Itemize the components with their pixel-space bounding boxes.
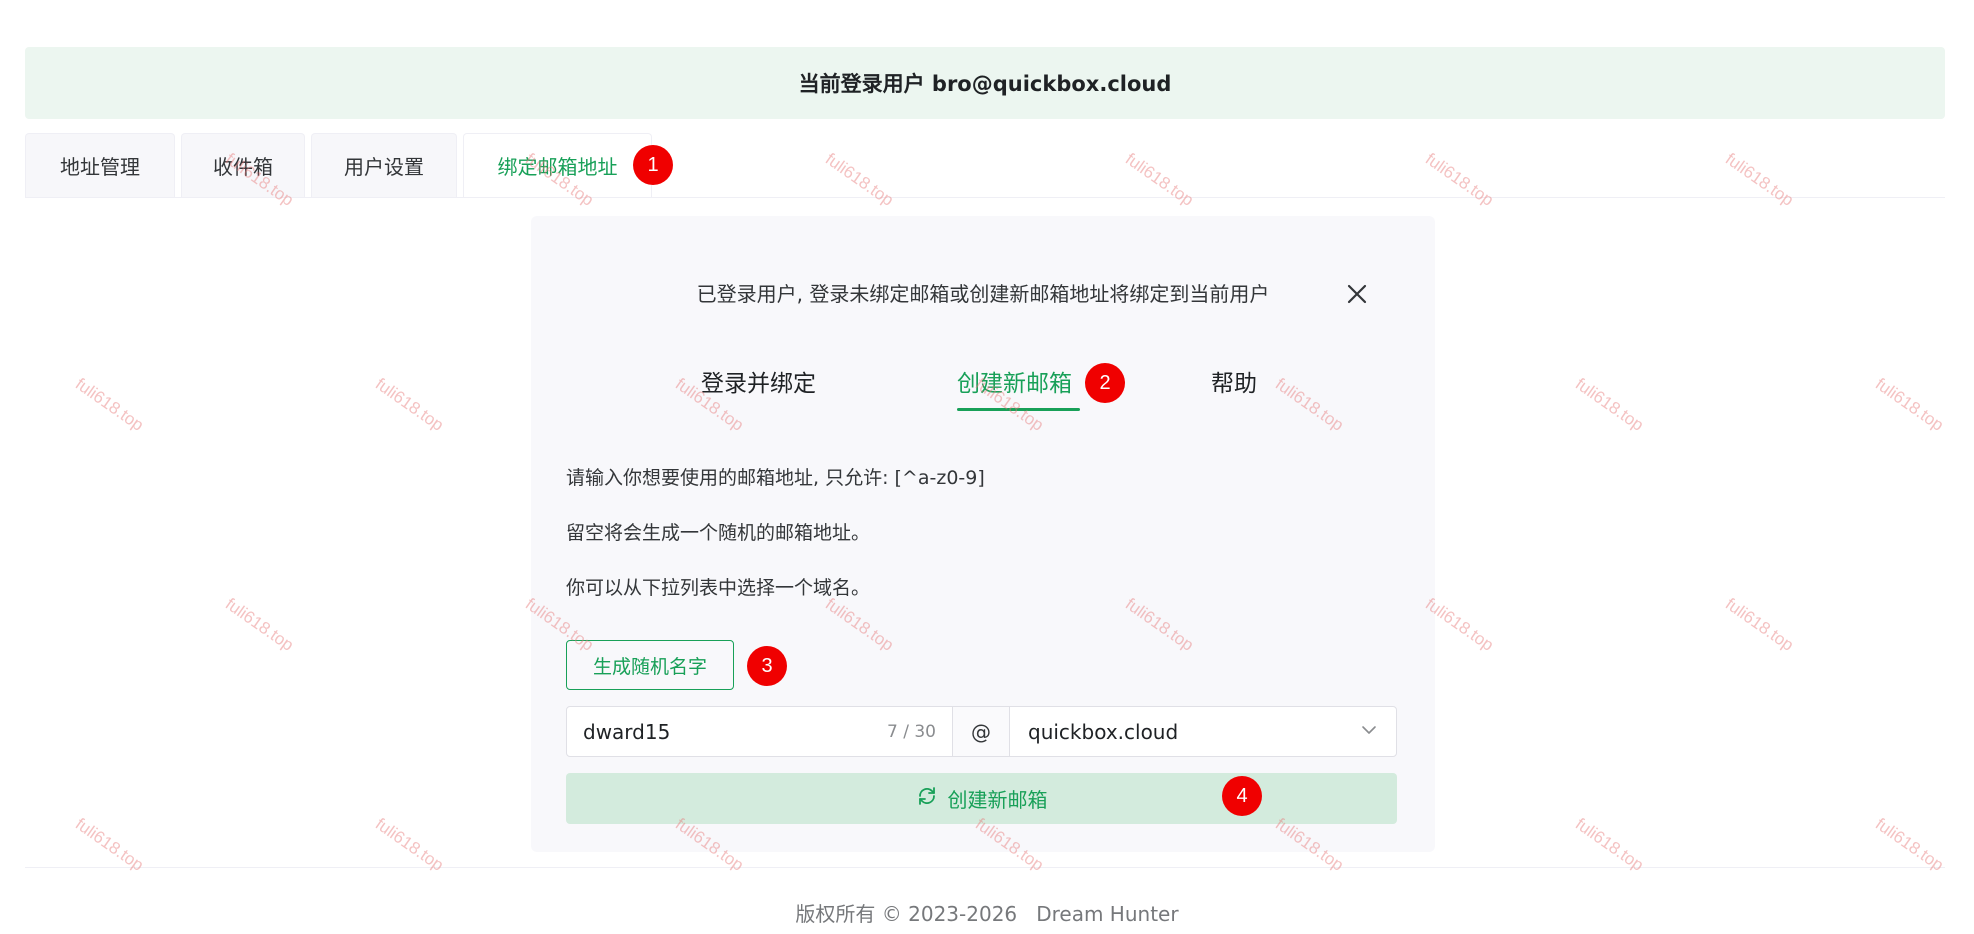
domain-select-value: quickbox.cloud — [1028, 719, 1179, 744]
tab-address-management[interactable]: 地址管理 — [25, 133, 175, 197]
watermark-text: fuli618.top — [371, 374, 448, 435]
bind-mailbox-dialog: 已登录用户, 登录未绑定邮箱或创建新邮箱地址将绑定到当前用户 登录并绑定 创建新… — [531, 216, 1435, 852]
watermark-text: fuli618.top — [821, 149, 898, 210]
chevron-down-icon — [1360, 720, 1378, 744]
footer-copyright: 版权所有 © 2023-2026 Dream Hunter — [795, 902, 1179, 926]
tab-bind-mailbox[interactable]: 绑定邮箱地址 — [463, 133, 652, 197]
watermark-text: fuli618.top — [1421, 149, 1498, 210]
description-line: 你可以从下拉列表中选择一个域名。 — [566, 577, 871, 599]
watermark-text: fuli618.top — [1871, 374, 1948, 435]
tab-inbox[interactable]: 收件箱 — [181, 133, 305, 197]
dialog-title: 已登录用户, 登录未绑定邮箱或创建新邮箱地址将绑定到当前用户 — [696, 282, 1270, 306]
generate-random-name-button[interactable]: 生成随机名字 — [566, 640, 734, 690]
current-user-text: 当前登录用户 bro@quickbox.cloud — [798, 72, 1172, 96]
tab-create-mailbox[interactable]: 创建新邮箱 — [957, 364, 1072, 408]
at-separator: @ — [953, 706, 1009, 757]
mailbox-name-value: dward15 — [583, 719, 671, 744]
annotation-badge-1: 1 — [633, 145, 673, 185]
watermark-text: fuli618.top — [1721, 594, 1798, 655]
description-line: 留空将会生成一个随机的邮箱地址。 — [566, 522, 871, 544]
annotation-badge-4: 4 — [1222, 776, 1262, 816]
watermark-text: fuli618.top — [1571, 374, 1648, 435]
tab-help[interactable]: 帮助 — [1211, 364, 1257, 408]
close-icon[interactable] — [1343, 280, 1371, 308]
tab-user-settings[interactable]: 用户设置 — [311, 133, 457, 197]
watermark-text: fuli618.top — [1721, 149, 1798, 210]
tab-label: 地址管理 — [60, 155, 140, 179]
footer-divider — [25, 867, 1945, 868]
create-mailbox-button[interactable]: 创建新邮箱 — [566, 773, 1397, 824]
tab-label: 用户设置 — [344, 155, 424, 179]
annotation-badge-2: 2 — [1085, 363, 1125, 403]
create-mailbox-label: 创建新邮箱 — [947, 788, 1048, 812]
tab-label: 绑定邮箱地址 — [497, 155, 618, 179]
tab-login-and-bind[interactable]: 登录并绑定 — [701, 364, 816, 408]
char-counter: 7 / 30 — [887, 721, 936, 742]
current-user-banner: 当前登录用户 bro@quickbox.cloud — [25, 47, 1945, 119]
watermark-text: fuli618.top — [71, 374, 148, 435]
tab-label: 收件箱 — [213, 155, 273, 179]
refresh-icon — [916, 785, 938, 812]
address-input-group: dward15 7 / 30 @ quickbox.cloud — [566, 706, 1397, 757]
domain-select[interactable]: quickbox.cloud — [1009, 706, 1397, 757]
annotation-badge-3: 3 — [747, 646, 787, 686]
tabs-divider — [25, 197, 1945, 198]
mailbox-name-input[interactable]: dward15 7 / 30 — [566, 706, 953, 757]
watermark-text: fuli618.top — [1121, 149, 1198, 210]
main-tabs: 地址管理 收件箱 用户设置 绑定邮箱地址 — [25, 133, 652, 197]
watermark-text: fuli618.top — [221, 594, 298, 655]
dialog-tabs: 登录并绑定 创建新邮箱 帮助 — [531, 364, 1435, 414]
active-tab-indicator — [957, 408, 1080, 411]
page: 当前登录用户 bro@quickbox.cloud 地址管理 收件箱 用户设置 … — [0, 0, 1974, 934]
description-line: 请输入你想要使用的邮箱地址, 只允许: [^a-z0-9] — [566, 467, 985, 489]
